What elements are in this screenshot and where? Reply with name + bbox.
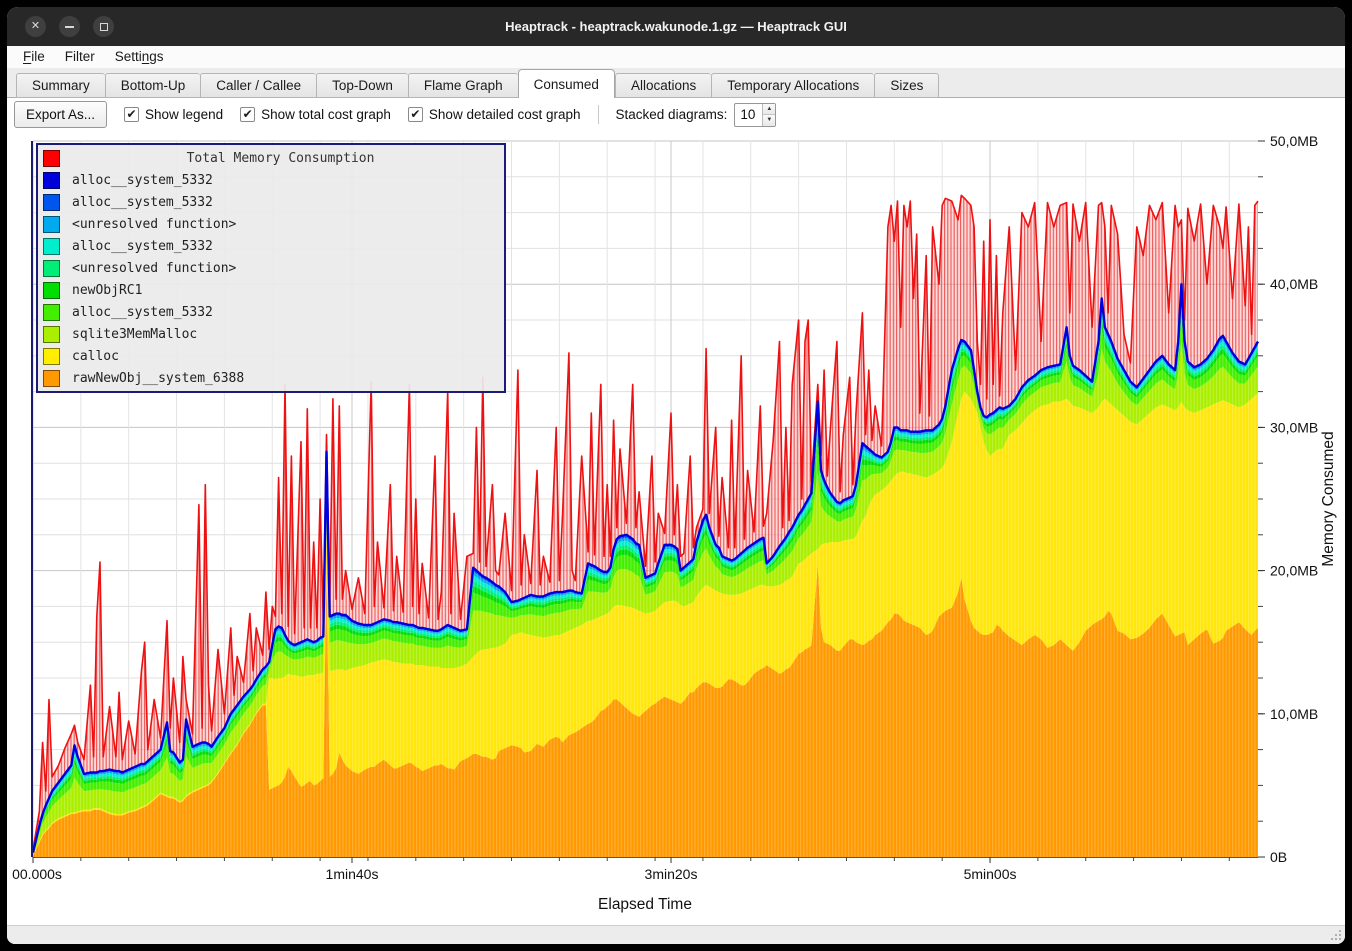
svg-text:30,0MB: 30,0MB — [1270, 419, 1318, 435]
legend-label: newObjRC1 — [72, 283, 142, 298]
legend-item-sqlite3memmalloc: sqlite3MemMalloc — [41, 323, 501, 345]
svg-text:20,0MB: 20,0MB — [1270, 563, 1318, 579]
legend-label: Total Memory Consumption — [60, 151, 501, 166]
legend-item-alloc-system-5332: alloc__system_5332 — [41, 301, 501, 323]
legend-swatch-icon — [43, 194, 60, 211]
svg-text:0B: 0B — [1270, 849, 1287, 865]
status-bar — [7, 925, 1345, 944]
legend-swatch-icon — [43, 260, 60, 277]
legend-item-rawnewobj-system-6388: rawNewObj__system_6388 — [41, 367, 501, 389]
chart-legend: Total Memory Consumption alloc__system_53… — [36, 143, 506, 393]
legend-item-unresolved-function: <unresolved function> — [41, 257, 501, 279]
svg-text:50,0MB: 50,0MB — [1270, 133, 1318, 149]
legend-swatch-icon — [43, 238, 60, 255]
legend-swatch-icon — [43, 216, 60, 233]
legend-item-newobjrc1: newObjRC1 — [41, 279, 501, 301]
legend-item-alloc-system-5332: alloc__system_5332 — [41, 169, 501, 191]
legend-label: alloc__system_5332 — [72, 195, 213, 210]
legend-swatch-icon — [43, 150, 60, 167]
legend-label: alloc__system_5332 — [72, 239, 213, 254]
legend-item-alloc-system-5332: alloc__system_5332 — [41, 191, 501, 213]
legend-label: alloc__system_5332 — [72, 305, 213, 320]
legend-swatch-icon — [43, 282, 60, 299]
legend-item-total-memory-consumption: Total Memory Consumption — [41, 147, 501, 169]
svg-text:1min40s: 1min40s — [326, 866, 379, 882]
legend-label: <unresolved function> — [72, 217, 236, 232]
legend-label: alloc__system_5332 — [72, 173, 213, 188]
svg-text:Memory Consumed: Memory Consumed — [1320, 431, 1337, 566]
legend-item-alloc-system-5332: alloc__system_5332 — [41, 235, 501, 257]
legend-label: calloc — [72, 349, 119, 364]
legend-swatch-icon — [43, 304, 60, 321]
legend-label: <unresolved function> — [72, 261, 236, 276]
svg-text:40,0MB: 40,0MB — [1270, 276, 1318, 292]
legend-label: sqlite3MemMalloc — [72, 327, 197, 342]
svg-text:00.000s: 00.000s — [12, 866, 62, 882]
legend-swatch-icon — [43, 326, 60, 343]
legend-swatch-icon — [43, 370, 60, 387]
legend-item-calloc: calloc — [41, 345, 501, 367]
svg-text:Elapsed Time: Elapsed Time — [598, 896, 692, 913]
legend-swatch-icon — [43, 348, 60, 365]
legend-swatch-icon — [43, 172, 60, 189]
svg-text:3min20s: 3min20s — [645, 866, 698, 882]
tab-consumed[interactable]: Consumed — [518, 69, 615, 98]
svg-text:10,0MB: 10,0MB — [1270, 706, 1318, 722]
legend-label: rawNewObj__system_6388 — [72, 371, 244, 386]
app-window: Heaptrack - heaptrack.wakunode.1.gz — He… — [7, 7, 1345, 944]
svg-text:5min00s: 5min00s — [964, 866, 1017, 882]
legend-item-unresolved-function: <unresolved function> — [41, 213, 501, 235]
resize-grip-icon[interactable] — [1329, 928, 1343, 942]
